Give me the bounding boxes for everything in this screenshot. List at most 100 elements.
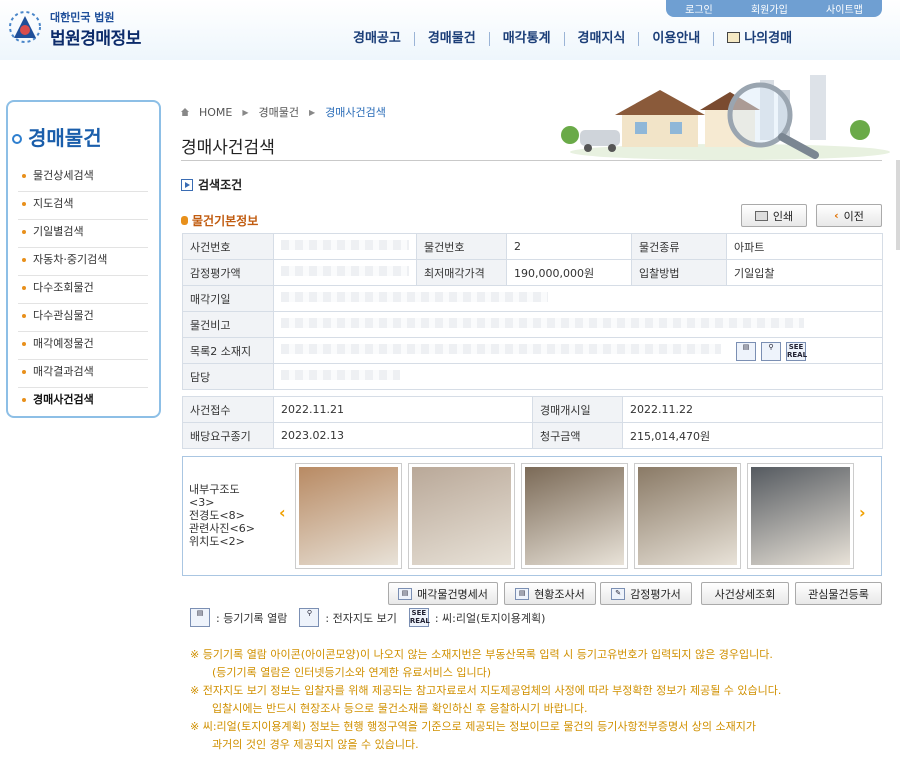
status-report-label: 현황조사서 bbox=[534, 587, 585, 601]
bid-method-label: 입찰방법 bbox=[631, 259, 727, 286]
legend-seereal-text: : 씨:리얼(토지이용계획) bbox=[434, 611, 546, 625]
appraisal-report-button[interactable]: ✎ 감정평가서 bbox=[600, 582, 692, 605]
sidebar-menu: 물건상세검색 지도검색 기일별검색 자동차·중기검색 다수조회물건 다수관심물건… bbox=[18, 164, 148, 416]
bullet-icon bbox=[12, 134, 22, 144]
seereal-icon[interactable]: SEE REAL bbox=[786, 342, 807, 361]
nav-guide[interactable]: 이용안내 bbox=[638, 32, 713, 46]
sale-statement-label: 매각물건명세서 bbox=[417, 587, 488, 601]
search-condition-toggle[interactable]: 검색조건 bbox=[181, 176, 242, 193]
court-logo[interactable]: 대한민국 법원 법원경매정보 bbox=[6, 6, 156, 49]
chevron-left-icon: ‹ bbox=[834, 209, 839, 222]
item-no-value: 2 bbox=[506, 233, 632, 260]
printer-icon bbox=[754, 210, 768, 221]
photo-image bbox=[638, 467, 737, 565]
add-interest-label: 관심물건등록 bbox=[808, 587, 869, 601]
print-label: 인쇄 bbox=[772, 209, 794, 223]
sidebar-item-vehicle-search[interactable]: 자동차·중기검색 bbox=[18, 248, 148, 276]
claim-amount-value: 215,014,470원 bbox=[622, 422, 883, 449]
nav-my-auction[interactable]: 나의경매 bbox=[713, 32, 805, 46]
sale-statement-button[interactable]: ▤ 매각물건명세서 bbox=[388, 582, 498, 605]
remarks-label: 물건비고 bbox=[182, 311, 274, 338]
sidebar-item-upcoming[interactable]: 매각예정물건 bbox=[18, 332, 148, 360]
sidebar-item-case-search[interactable]: 경매사건검색 bbox=[18, 388, 148, 416]
start-date-value: 2022.11.22 bbox=[622, 396, 883, 423]
notice-line: ※ 전자지도 보기 정보는 입찰자를 위해 제공되는 참고자료로서 지도제공업체… bbox=[190, 684, 782, 697]
location-label: 목록2 소재지 bbox=[182, 337, 274, 364]
signup-link[interactable]: 회원가입 bbox=[751, 1, 788, 16]
add-interest-button[interactable]: 관심물건등록 bbox=[795, 582, 882, 605]
sidebar-item-map-search[interactable]: 지도검색 bbox=[18, 192, 148, 220]
dividend-deadline-label: 배당요구종기 bbox=[182, 422, 274, 449]
prev-button[interactable]: ‹ 이전 bbox=[816, 204, 882, 227]
prev-label: 이전 bbox=[843, 209, 864, 223]
breadcrumb-items[interactable]: 경매물건 bbox=[259, 104, 299, 120]
icon-legend: ▤: 등기기록 열람 ⚲: 전자지도 보기 SEE REAL: 씨:리얼(토지이용… bbox=[190, 608, 545, 627]
chevron-right-icon[interactable]: › bbox=[859, 503, 866, 522]
house-illustration bbox=[561, 75, 890, 160]
notice-line: ※ 등기기록 열람 아이콘(아이콘모양)이 나오지 않는 소재지번은 부동산목록… bbox=[190, 648, 773, 661]
nav-knowledge[interactable]: 경매지식 bbox=[563, 32, 639, 46]
sidebar-item-date-search[interactable]: 기일별검색 bbox=[18, 220, 148, 248]
sidebar: 경매물건 물건상세검색 지도검색 기일별검색 자동차·중기검색 다수조회물건 다… bbox=[6, 100, 161, 418]
photo-thumbnail[interactable] bbox=[747, 463, 854, 569]
manager-label: 담당 bbox=[182, 363, 274, 390]
map-icon: ⚲ bbox=[299, 608, 320, 627]
case-no-label: 사건번호 bbox=[182, 233, 274, 260]
notice-text: ※ 등기기록 열람 아이콘(아이콘모양)이 나오지 않는 소재지번은 부동산목록… bbox=[190, 646, 890, 754]
sidebar-item-most-viewed[interactable]: 다수조회물건 bbox=[18, 276, 148, 304]
location-value: ▤ ⚲ SEE REAL bbox=[273, 337, 883, 364]
utility-menu: 로그인 회원가입 사이트맵 bbox=[666, 0, 882, 17]
min-price-label: 최저매각가격 bbox=[416, 259, 507, 286]
basic-info-table: 사건번호 물건번호 2 물건종류 아파트 감정평가액 최저매각가격 190,00… bbox=[182, 233, 883, 390]
photo-category-list: 내부구조도<3> 전경도<8> 관련사진<6> 위치도<2> bbox=[189, 483, 259, 548]
notice-line: 입찰시에는 반드시 현장조사 등으로 물건소재를 확인하신 후 응찰하시기 바랍… bbox=[212, 702, 588, 715]
breadcrumb-home[interactable]: HOME bbox=[199, 106, 232, 119]
notice-line: ※ 씨:리얼(토지이용계획) 정보는 현행 행정구역을 기준으로 제공되는 정보… bbox=[190, 720, 756, 733]
sitemap-link[interactable]: 사이트맵 bbox=[826, 1, 863, 16]
main-nav: 경매공고 경매물건 매각통계 경매지식 이용안내 나의경매 bbox=[340, 28, 900, 50]
print-button[interactable]: 인쇄 bbox=[741, 204, 807, 227]
nav-stats[interactable]: 매각통계 bbox=[488, 32, 564, 46]
sidebar-item-results[interactable]: 매각결과검색 bbox=[18, 360, 148, 388]
nav-items[interactable]: 경매물건 bbox=[413, 32, 489, 46]
item-no-label: 물건번호 bbox=[416, 233, 507, 260]
status-report-button[interactable]: ▤ 현황조사서 bbox=[504, 582, 596, 605]
document-icon: ▤ bbox=[398, 587, 413, 600]
case-info-table: 사건접수 2022.11.21 경매개시일 2022.11.22 배당요구종기 … bbox=[182, 396, 883, 449]
item-type-value: 아파트 bbox=[726, 233, 883, 260]
registry-icon: ▤ bbox=[190, 608, 210, 627]
nav-notice[interactable]: 경매공고 bbox=[340, 32, 414, 46]
chevron-right-icon: ▶ bbox=[309, 107, 316, 117]
photo-category[interactable]: 위치도<2> bbox=[189, 535, 259, 548]
page-title: 경매사건검색 bbox=[181, 138, 275, 158]
site-name: 법원경매정보 bbox=[50, 29, 141, 49]
chevron-right-icon: ▶ bbox=[242, 107, 249, 117]
photo-category[interactable]: 내부구조도<3> bbox=[189, 483, 259, 509]
photo-category[interactable]: 관련사진<6> bbox=[189, 522, 259, 535]
sidebar-title: 경매물건 bbox=[12, 122, 102, 151]
notice-line: (등기기록 열람은 인터넷등기소와 연계한 유료서비스 입니다) bbox=[212, 666, 492, 679]
legend-map-text: : 전자지도 보기 bbox=[325, 611, 397, 625]
received-date-value: 2022.11.21 bbox=[273, 396, 533, 423]
photo-category[interactable]: 전경도<8> bbox=[189, 509, 259, 522]
case-detail-button[interactable]: 사건상세조회 bbox=[701, 582, 789, 605]
photo-thumbnail[interactable] bbox=[521, 463, 628, 569]
top-header: 대한민국 법원 법원경매정보 로그인 회원가입 사이트맵 경매공고 경매물건 매… bbox=[0, 0, 900, 60]
scrollbar[interactable] bbox=[896, 160, 900, 250]
map-icon[interactable]: ⚲ bbox=[761, 342, 781, 361]
org-small-label: 대한민국 법원 bbox=[50, 11, 115, 24]
photo-thumbnail[interactable] bbox=[408, 463, 515, 569]
divider bbox=[181, 160, 882, 161]
sidebar-item-most-interest[interactable]: 다수관심물건 bbox=[18, 304, 148, 332]
sale-date-label: 매각기일 bbox=[182, 285, 274, 312]
registry-icon[interactable]: ▤ bbox=[736, 342, 756, 361]
case-no-value bbox=[273, 233, 417, 260]
chevron-left-icon[interactable]: ‹ bbox=[279, 503, 286, 522]
sidebar-item-detail-search[interactable]: 물건상세검색 bbox=[18, 164, 148, 192]
legend-registry-text: : 등기기록 열람 bbox=[216, 611, 288, 625]
home-icon bbox=[181, 108, 189, 116]
photo-thumbnail[interactable] bbox=[634, 463, 741, 569]
manager-value bbox=[273, 363, 883, 390]
photo-thumbnail[interactable] bbox=[295, 463, 402, 569]
login-link[interactable]: 로그인 bbox=[685, 1, 713, 16]
